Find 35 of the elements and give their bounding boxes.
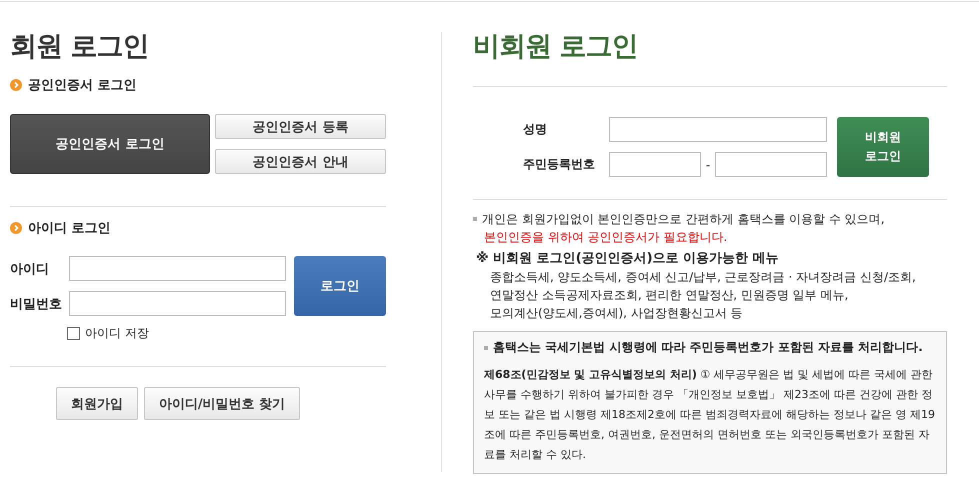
- guest-login-button[interactable]: 비회원 로그인: [837, 117, 929, 177]
- cert-button[interactable]: 공인인증서 등록: [215, 114, 386, 139]
- field-label: 주민등록번호: [523, 156, 596, 173]
- notice-heading: 홈택스는 국세기본법 시행령에 따라 주민등록번호가 포함된 자료를 처리합니다.: [493, 339, 923, 356]
- page-title: 회원 로그인: [10, 30, 150, 64]
- input-field[interactable]: [69, 291, 286, 316]
- checkbox-label: 아이디 저장: [85, 325, 149, 342]
- warning-text: 본인인증을 위하여 공인인증서가 필요합니다.: [483, 229, 728, 246]
- input-field[interactable]: [69, 256, 286, 281]
- section-heading: 아이디 로그인: [28, 220, 111, 237]
- field-label: 성명: [523, 121, 548, 138]
- chevron-circle-icon: [10, 222, 22, 234]
- bullet-icon: [484, 346, 488, 350]
- law-text: 제68조(민감정보 및 고유식별정보의 처리) ① 세무공무원은 법 및 세법에 따른 국세에 관한 사무를 수행하기 위하여 불가피한 경우 「개인정보 보호법」 제23조에 따른 건강에 관한 정보 또는 같은 법 시행령 제18조제2호에 따른 범죄경력자료에 해당하는 정보나 같은 영 제19조에 따른 주민등록번호, 여권번호, 운전면허의 면허번호 또는 외국인등록번호가 포함된 자료를 처리할 수 있다.: [484, 367, 936, 463]
- input-field[interactable]: [609, 152, 701, 177]
- menu-text: 모의계산(양도세,증여세), 사업장현황신고서 등: [489, 305, 744, 322]
- separator: -: [704, 158, 712, 172]
- menu-text: 종합소득세, 양도소득세, 증여세 신고/납부, 근로장려금 · 자녀장려금 신청/조회,: [489, 269, 917, 286]
- chevron-circle-icon: [10, 79, 22, 91]
- checkbox[interactable]: [67, 327, 80, 340]
- page-title: 비회원 로그인: [473, 30, 638, 64]
- menu-heading: ※ 비회원 로그인(공인인증서)으로 이용가능한 메뉴: [475, 250, 780, 268]
- field-label: 아이디: [10, 260, 50, 278]
- section-heading: 공인인증서 로그인: [28, 77, 137, 94]
- field-label: 비밀번호: [10, 296, 63, 312]
- login-button[interactable]: 로그인: [294, 256, 386, 316]
- cert-login-button[interactable]: 공인인증서 로그인: [10, 114, 210, 174]
- account-button[interactable]: 회원가입: [56, 387, 138, 420]
- bullet-icon: [473, 217, 477, 221]
- account-button[interactable]: 아이디/비밀번호 찾기: [144, 387, 300, 420]
- notice-text: 개인은 회원가입없이 본인인증만으로 간편하게 홈택스를 이용할 수 있으며,: [482, 211, 885, 228]
- cert-button[interactable]: 공인인증서 안내: [215, 149, 386, 174]
- menu-text: 연말정산 소득공제자료조회, 편리한 연말정산, 민원증명 일부 메뉴,: [489, 287, 850, 304]
- input-field[interactable]: [715, 152, 827, 177]
- input-field[interactable]: [609, 117, 827, 142]
